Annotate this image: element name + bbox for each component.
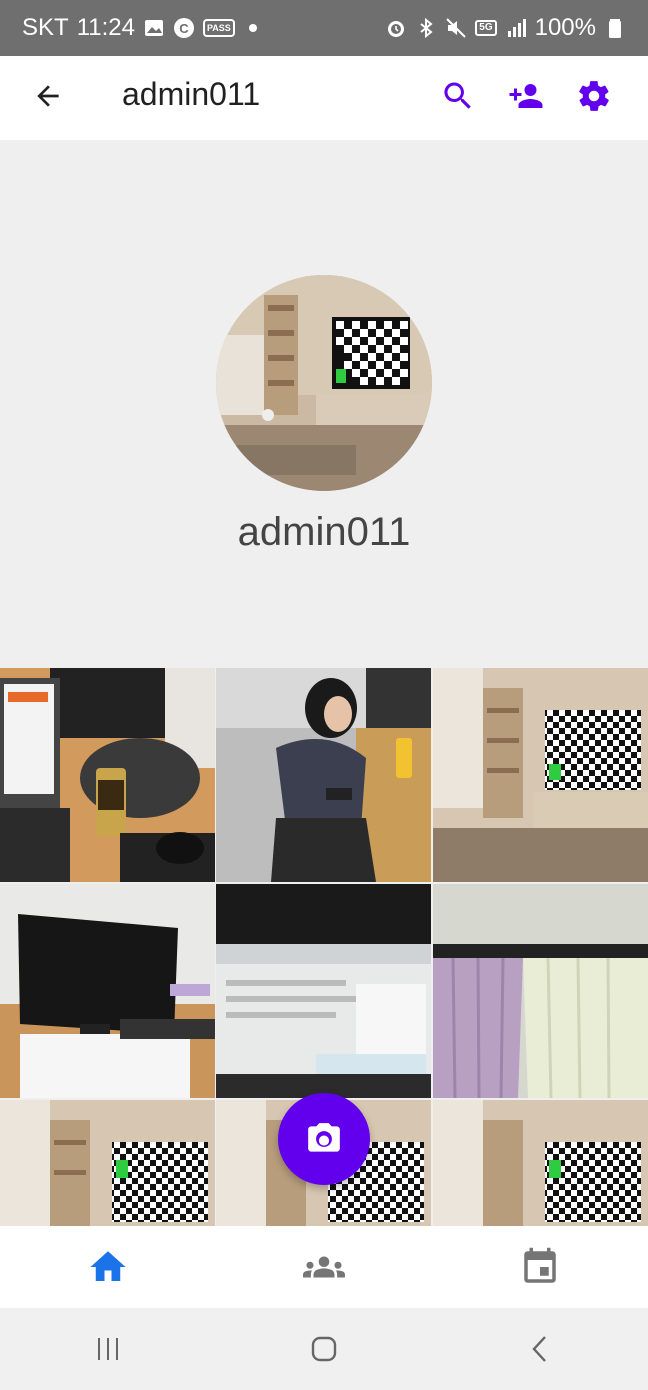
photo-screen-closeup (216, 884, 431, 1098)
arrow-back-icon (37, 85, 59, 107)
photo-laptop-desk (0, 668, 215, 882)
status-bar: SKT 11:24 C PASS 5G 100% (0, 0, 648, 56)
c-badge-label: C (179, 21, 189, 36)
avatar-photo (216, 275, 432, 491)
photo-tile[interactable] (0, 1100, 215, 1226)
profile-name: admin011 (237, 510, 411, 554)
photo-person-seated (216, 668, 431, 882)
recents-button[interactable] (0, 1334, 216, 1364)
photo-curtains (433, 884, 648, 1098)
photo-room-tv (433, 1100, 648, 1226)
back-button[interactable] (26, 74, 70, 118)
camera-icon (308, 1123, 340, 1152)
status-left: SKT 11:24 C PASS (22, 14, 257, 42)
battery-icon (604, 17, 626, 39)
search-button[interactable] (434, 72, 482, 120)
photo-tile[interactable] (216, 884, 431, 1098)
app-bar: admin011 (0, 56, 648, 140)
calendar-icon (524, 1247, 556, 1283)
mute-icon (445, 17, 467, 39)
c-badge-icon: C (173, 17, 195, 39)
bluetooth-icon (415, 17, 437, 39)
gallery-icon (143, 17, 165, 39)
profile-header: admin011 (0, 140, 648, 668)
avatar[interactable] (216, 275, 432, 491)
bottom-nav (0, 1226, 648, 1308)
search-icon (444, 82, 471, 109)
pass-icon: PASS (202, 19, 235, 37)
photo-tile[interactable] (0, 668, 215, 882)
photo-tile[interactable] (433, 668, 648, 882)
system-home-button[interactable] (216, 1334, 432, 1364)
add-person-icon (509, 84, 543, 108)
battery-label: 100% (534, 14, 596, 41)
page-title: admin011 (122, 76, 261, 112)
photo-tile[interactable] (433, 1100, 648, 1226)
group-icon (303, 1256, 345, 1278)
system-back-button[interactable] (432, 1334, 648, 1364)
photo-room-tv (433, 668, 648, 882)
5g-icon: 5G (475, 20, 497, 36)
clock: 11:24 (76, 14, 135, 41)
nav-calendar[interactable] (432, 1226, 648, 1308)
alarm-icon (385, 17, 407, 39)
photo-tile[interactable] (0, 884, 215, 1098)
settings-button[interactable] (570, 72, 618, 120)
home-circle-icon (311, 1336, 337, 1362)
settings-icon (579, 81, 609, 111)
home-icon (90, 1251, 126, 1281)
photo-tile[interactable] (216, 668, 431, 882)
photo-monitor-desk (0, 884, 215, 1098)
camera-button[interactable] (278, 1093, 370, 1185)
system-nav (0, 1308, 648, 1390)
nav-home[interactable] (0, 1226, 216, 1308)
carrier-label: SKT (22, 14, 69, 41)
nav-groups[interactable] (216, 1226, 432, 1308)
dot-indicator (248, 24, 257, 32)
back-chevron-icon (532, 1336, 546, 1362)
photo-tile[interactable] (433, 884, 648, 1098)
photo-room-tv (0, 1100, 215, 1226)
signal-icon (505, 17, 527, 39)
add-friend-button[interactable] (502, 72, 550, 120)
recents-icon (98, 1338, 118, 1360)
status-right: 5G 100% (385, 14, 626, 42)
screen: SKT 11:24 C PASS 5G 100% admin011 admin0… (0, 0, 648, 1390)
